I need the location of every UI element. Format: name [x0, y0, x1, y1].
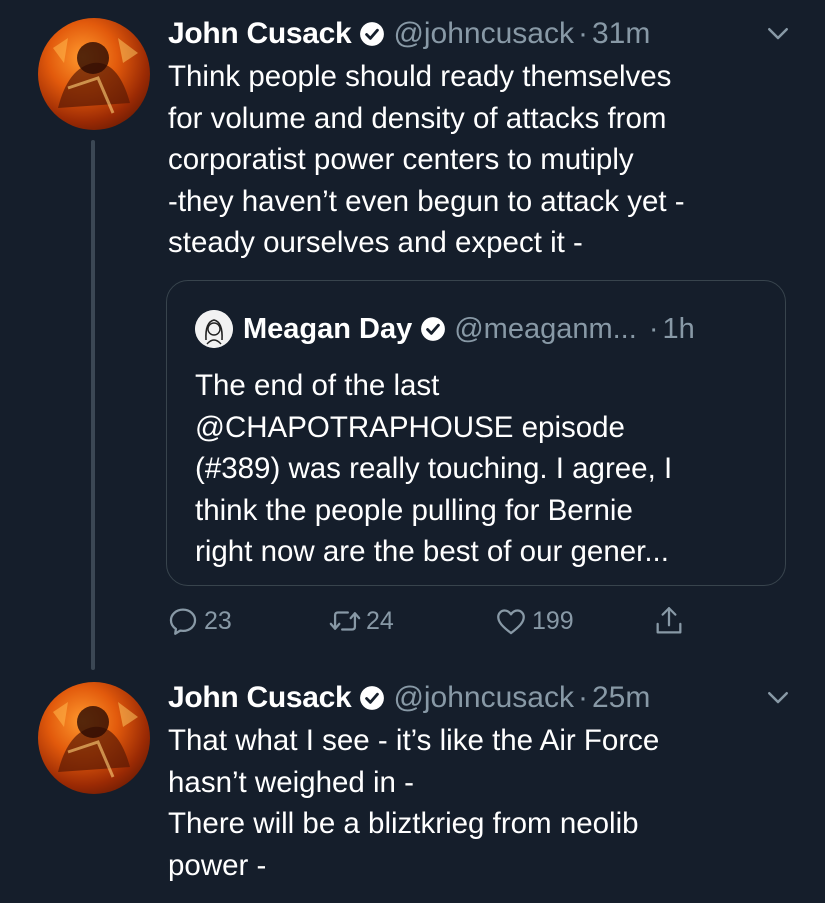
quoted-timestamp: 1h	[662, 312, 695, 345]
quoted-tweet[interactable]: Meagan Day @meaganm... · 1h The end of t…	[166, 280, 786, 586]
reply-count: 23	[204, 606, 232, 635]
separator-dot: ·	[577, 17, 588, 50]
avatar[interactable]	[38, 18, 150, 130]
verified-badge-icon	[359, 21, 385, 47]
heart-icon	[497, 609, 525, 635]
tweet-header: John Cusack @johncusack · 31m	[168, 14, 650, 54]
author-name[interactable]: John Cusack	[168, 681, 352, 715]
quoted-author-name: Meagan Day	[243, 312, 413, 345]
quoted-tweet-header: Meagan Day @meaganm... · 1h	[195, 309, 695, 349]
separator-dot: ·	[648, 312, 659, 345]
retweet-button[interactable]: 24	[328, 604, 394, 638]
quoted-avatar	[195, 310, 233, 348]
author-handle[interactable]: @johncusack	[393, 681, 574, 715]
tweet-2[interactable]: John Cusack @johncusack · 25m That what …	[0, 670, 825, 903]
reply-button[interactable]: 23	[166, 604, 232, 638]
author-handle[interactable]: @johncusack	[393, 17, 574, 51]
quoted-tweet-text: The end of the last @CHAPOTRAPHOUSE epis…	[195, 369, 673, 568]
tweet-text: That what I see - it’s like the Air Forc…	[168, 724, 660, 882]
like-count: 199	[532, 606, 574, 635]
tweet-1[interactable]: John Cusack @johncusack · 31m Think peop…	[0, 0, 825, 670]
share-button[interactable]	[652, 604, 690, 638]
avatar[interactable]	[38, 682, 150, 794]
verified-badge-icon	[420, 316, 446, 342]
chevron-down-icon[interactable]	[763, 18, 793, 48]
reply-icon	[169, 608, 197, 635]
retweet-icon	[329, 611, 361, 631]
tweet-text: Think people should ready themselves for…	[168, 60, 685, 259]
author-name[interactable]: John Cusack	[168, 17, 352, 51]
like-button[interactable]: 199	[494, 604, 574, 638]
timestamp[interactable]: 31m	[592, 17, 650, 51]
timestamp[interactable]: 25m	[592, 681, 650, 715]
chevron-down-icon[interactable]	[763, 682, 793, 712]
share-icon	[656, 607, 682, 634]
quoted-author-handle: @meaganm...	[454, 312, 637, 345]
separator-dot: ·	[577, 681, 588, 714]
verified-badge-icon	[359, 685, 385, 711]
tweet-actions: 23 24 199	[0, 604, 825, 644]
tweet-header: John Cusack @johncusack · 25m	[168, 678, 650, 718]
retweet-count: 24	[366, 606, 394, 635]
